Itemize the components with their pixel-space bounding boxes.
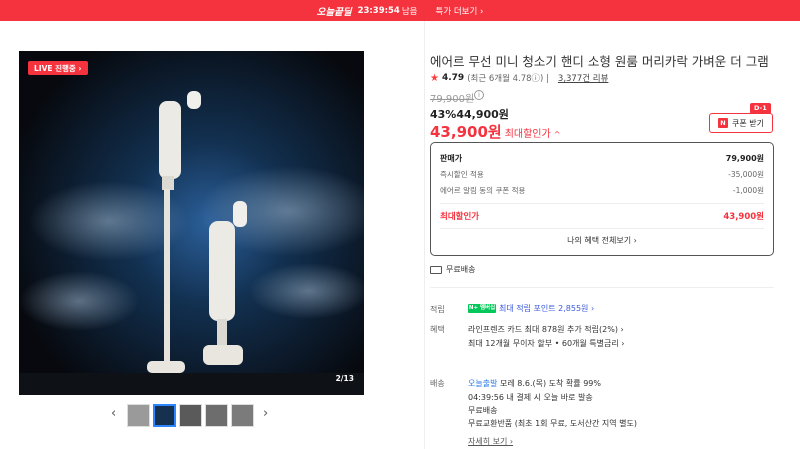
info-icon[interactable]: i bbox=[474, 90, 484, 100]
price-row-value: -35,000원 bbox=[728, 170, 764, 179]
delivery-eta: 모레 8.6.(목) 도착 확률 99% bbox=[497, 379, 601, 388]
price-row-value: -1,000원 bbox=[732, 186, 764, 195]
thumbnail[interactable] bbox=[205, 404, 228, 427]
thumbnail[interactable] bbox=[127, 404, 150, 427]
deal-remain: 남음 bbox=[401, 6, 418, 17]
delivery-line-1: 오늘출발 모레 8.6.(목) 도착 확률 99% bbox=[468, 378, 601, 389]
points-row[interactable]: N+ 멤버십 최대 적립 포인트 2,855원 › bbox=[468, 303, 594, 314]
delivery-line-2: 04:39:56 내 결제 시 오늘 바로 발송 bbox=[468, 393, 593, 402]
original-price: 79,900원 bbox=[430, 94, 475, 105]
rating-score: 4.79 bbox=[441, 73, 465, 83]
product-main-image[interactable]: LIVE 진행중 › 2/13 bbox=[19, 51, 364, 395]
product-title: 에어르 무선 미니 청소기 핸디 소형 원룸 머리카락 가벼운 더 그램 bbox=[430, 54, 769, 69]
thumbnail-active[interactable] bbox=[153, 404, 176, 427]
deal-timer: 23:39:54 bbox=[357, 5, 400, 16]
thumb-next-icon[interactable]: › bbox=[263, 406, 268, 421]
price-row-label: 최대할인가 bbox=[440, 212, 480, 222]
price-row-label: 판매가 bbox=[440, 154, 463, 163]
price-breakdown-box: 판매가 79,900원 즉시할인 적용 -35,000원 에어르 알림 동의 쿠… bbox=[430, 142, 774, 256]
free-shipping-row: 무료배송 bbox=[430, 264, 475, 275]
price-row-value: 43,900원 bbox=[723, 212, 764, 222]
deal-banner[interactable]: 오늘끝딜 23:39:54 남음 특가 더보기 › bbox=[0, 0, 800, 21]
max-discount-label: 최대할인가 bbox=[504, 129, 551, 140]
price-row-value: 79,900원 bbox=[725, 154, 764, 163]
divider bbox=[440, 203, 764, 204]
column-divider bbox=[424, 21, 425, 449]
price-row-instant: 즉시할인 적용 -35,000원 bbox=[440, 169, 764, 180]
divider bbox=[430, 287, 774, 288]
delivery-more-link[interactable]: 자세히 보기 › bbox=[468, 436, 513, 447]
free-shipping-label: 무료배송 bbox=[446, 265, 476, 274]
rating-row: ★ 4.79 (최근 6개월 4.78ⓘ) | 3,377건 리뷰 bbox=[430, 72, 609, 85]
delivery-line-3: 무료배송 bbox=[468, 406, 498, 415]
max-discount-price: 43,900원 bbox=[430, 123, 502, 141]
all-benefits-link[interactable]: 나의 혜택 전체보기 › bbox=[431, 235, 773, 246]
benefit-card-link[interactable]: 라인프렌즈 카드 최대 878원 추가 적립(2%) › bbox=[468, 324, 624, 335]
star-icon: ★ bbox=[430, 72, 439, 84]
npay-membership-icon: N+ 멤버십 bbox=[468, 304, 496, 313]
today-ship-badge: 오늘출발 bbox=[468, 379, 498, 388]
naver-n-icon: N bbox=[718, 118, 728, 128]
price-row-label: 에어르 알림 동의 쿠폰 적용 bbox=[440, 186, 526, 195]
divider bbox=[440, 228, 764, 229]
price-row-coupon: 에어르 알림 동의 쿠폰 적용 -1,000원 bbox=[440, 185, 764, 196]
delivery-line-4: 무료교환반품 (최초 1회 무료, 도서산간 지역 별도) bbox=[468, 419, 637, 428]
image-counter: 2/13 bbox=[335, 374, 354, 383]
rating-detail: (최근 6개월 4.78ⓘ) | bbox=[467, 74, 549, 84]
review-count-link[interactable]: 3,377건 리뷰 bbox=[558, 72, 609, 84]
live-badge[interactable]: LIVE 진행중 › bbox=[28, 61, 88, 75]
thumbnail-strip bbox=[127, 404, 254, 427]
benefits-label: 혜택 bbox=[430, 325, 445, 334]
deal-brand: 오늘끝딜 bbox=[316, 6, 352, 18]
thumbnail[interactable] bbox=[231, 404, 254, 427]
chevron-up-icon: ^ bbox=[553, 130, 561, 139]
points-link[interactable]: 최대 적립 포인트 2,855원 › bbox=[499, 304, 594, 313]
benefit-installment-link[interactable]: 최대 12개월 무이자 할부 • 60개월 특별금리 › bbox=[468, 338, 624, 349]
vacuum-photo bbox=[19, 51, 364, 395]
deal-more-link[interactable]: 특가 더보기 › bbox=[436, 5, 484, 17]
truck-icon bbox=[430, 265, 442, 274]
coupon-button[interactable]: N 쿠폰 받기 bbox=[709, 113, 773, 133]
points-label: 적립 bbox=[430, 305, 445, 314]
price-row-sale: 판매가 79,900원 bbox=[440, 153, 764, 164]
delivery-label: 배송 bbox=[430, 379, 445, 388]
sale-price: 43%44,900원 bbox=[430, 108, 509, 121]
coupon-label: 쿠폰 받기 bbox=[732, 118, 764, 128]
price-row-label: 즉시할인 적용 bbox=[440, 170, 484, 179]
price-row-max: 최대할인가 43,900원 bbox=[440, 210, 764, 222]
thumbnail[interactable] bbox=[179, 404, 202, 427]
thumb-prev-icon[interactable]: ‹ bbox=[111, 406, 116, 421]
max-discount-row[interactable]: 43,900원 최대할인가 ^ bbox=[430, 121, 560, 142]
